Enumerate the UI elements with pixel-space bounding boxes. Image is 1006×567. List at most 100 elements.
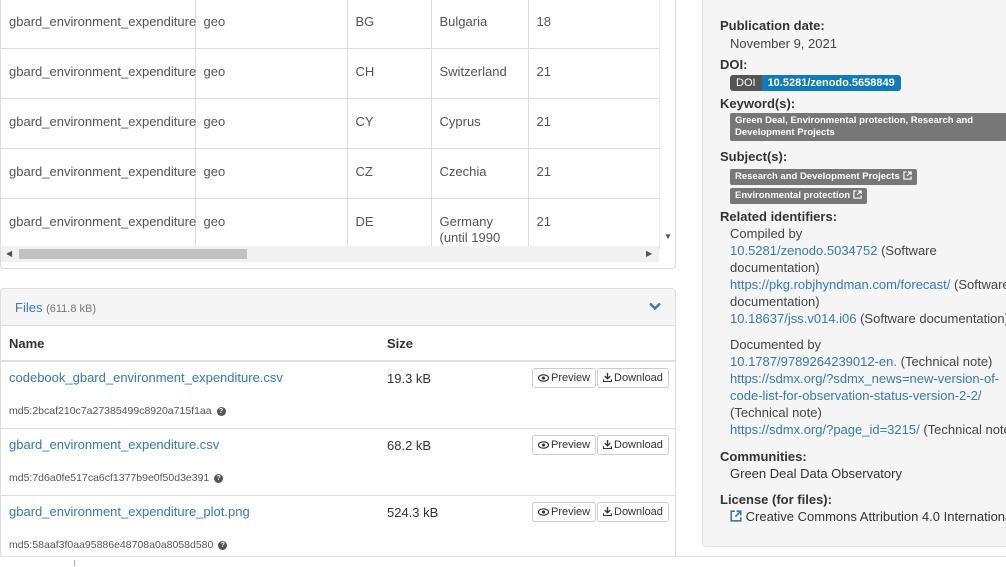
download-icon — [602, 439, 614, 451]
table-cell: CY — [346, 98, 432, 149]
download-button[interactable]: Download — [597, 502, 669, 522]
subject-tag-rnd-text: Research and Development Projects — [735, 171, 900, 182]
scroll-down-icon[interactable]: ▼ — [664, 232, 672, 241]
table-cell: Germany (until 1990 — [430, 198, 529, 249]
related-identifier-link[interactable]: 10.1787/9789264239012-en. — [730, 354, 897, 369]
file-md5: md5:58aaf3f0aa95886e48708a0a8058d580 ? — [9, 539, 228, 551]
keyword-tag: Green Deal, Environmental protection, Re… — [730, 113, 1006, 141]
file-size: 68.2 kB — [387, 438, 432, 453]
preview-button-label: Preview — [551, 439, 591, 451]
related-identifier-link[interactable]: https://pkg.robjhyndman.com/forecast/ — [730, 277, 950, 292]
table-cell: geo — [194, 0, 348, 49]
related-identifier-line: 10.18637/jss.v014.i06 (Software document… — [730, 311, 1006, 326]
eye-icon — [537, 372, 551, 384]
table-cell: Switzerland — [430, 48, 529, 99]
file-md5: md5:7d6a0fe517ca6cf1377b9e0f50d3e391 ? — [9, 472, 224, 484]
related-identifier-line: documentation) — [730, 294, 820, 309]
table-cell: 21 — [527, 48, 660, 99]
table-cell: geo — [194, 48, 348, 99]
license-link[interactable]: Creative Commons Attribution 4.0 Interna… — [730, 509, 1006, 524]
download-icon — [602, 372, 614, 384]
related-identifier-note: (Software — [950, 277, 1006, 292]
doi-badge[interactable]: DOI 10.5281/zenodo.5658849 — [730, 74, 901, 91]
download-button-label: Download — [614, 439, 663, 451]
horizontal-scroll-thumb[interactable] — [19, 249, 247, 259]
preview-button[interactable]: Preview — [532, 502, 597, 522]
doi-label: DOI: — [720, 57, 748, 72]
table-row: gbard_environment_expenditure geo CY Cyprus… — [1, 98, 660, 149]
bottom-status-strip — [0, 556, 1006, 567]
files-title[interactable]: Files (611.8 kB) — [15, 300, 96, 315]
file-md5-text: md5:2bcaf210c7a27385499c8920a715f1aa — [9, 405, 212, 417]
bottom-divider — [74, 560, 75, 566]
table-cell: CZ — [346, 148, 432, 199]
related-identifier-link[interactable]: 10.18637/jss.v014.i06 — [730, 311, 856, 326]
metadata-sidebar: Publication date: November 9, 2021 DOI: … — [702, 0, 1006, 547]
files-panel-header[interactable]: Files (611.8 kB) — [1, 289, 675, 326]
related-identifier-line: 10.1787/9789264239012-en. (Technical not… — [730, 354, 992, 369]
publication-date-label: Publication date: — [720, 18, 825, 33]
table-row: gbard_environment_expenditure geo BG Bulgar… — [1, 0, 660, 49]
related-identifier-note: documentation) — [730, 294, 820, 309]
publication-date-value: November 9, 2021 — [730, 36, 837, 51]
file-name-link[interactable]: gbard_environment_expenditure.csv — [9, 437, 219, 452]
file-name-link[interactable]: codebook_gbard_environment_expenditure.c… — [9, 370, 283, 385]
community-link[interactable]: Green Deal Data Observatory — [730, 466, 902, 481]
download-button[interactable]: Download — [597, 435, 669, 455]
table-row: gbard_environment_expenditure geo CH Switze… — [1, 48, 660, 99]
preview-button[interactable]: Preview — [532, 435, 597, 455]
subject-tag-env[interactable]: Environmental protection — [730, 186, 868, 204]
related-identifier-line: 10.5281/zenodo.5034752 (Software — [730, 243, 937, 258]
column-size-header: Size — [387, 336, 414, 351]
related-identifier-link[interactable]: code-list-for-observation-status-version… — [730, 388, 981, 403]
scroll-left-icon[interactable]: ◀ — [6, 249, 12, 258]
table-cell: Cyprus — [430, 98, 529, 149]
data-preview-table: gbard_environment_expenditure geo BG Bulgar… — [1, 0, 660, 249]
related-identifier-link[interactable]: 10.5281/zenodo.5034752 — [730, 243, 877, 258]
table-cell: 21 — [527, 98, 660, 149]
table-cell: gbard_environment_expenditure — [1, 48, 196, 99]
table-cell: gbard_environment_expenditure — [1, 0, 196, 49]
download-button-label: Download — [614, 506, 663, 518]
file-md5-text: md5:58aaf3f0aa95886e48708a0a8058d580 — [9, 539, 214, 551]
vertical-scrollbar[interactable]: ▼ — [659, 0, 675, 246]
chevron-down-icon[interactable] — [647, 298, 663, 314]
related-identifier-note: (Technical note) — [919, 422, 1006, 437]
subject-tag-rnd[interactable]: Research and Development Projects — [730, 167, 917, 185]
related-identifier-link[interactable]: https://sdmx.org/?page_id=3215/ — [730, 422, 920, 437]
external-link-icon — [853, 190, 862, 199]
download-button-label: Download — [614, 372, 663, 384]
related-identifier-link[interactable]: https://sdmx.org/?sdmx_news=new-version-… — [730, 371, 999, 386]
question-icon[interactable]: ? — [216, 406, 226, 416]
download-button[interactable]: Download — [597, 368, 669, 388]
files-total-size: (611.8 kB) — [46, 303, 97, 315]
related-identifiers-label: Related identifiers: — [720, 209, 838, 224]
preview-button[interactable]: Preview — [532, 368, 597, 388]
table-cell: geo — [194, 198, 348, 249]
table-cell: gbard_environment_expenditure — [1, 98, 196, 149]
table-cell: 21 — [527, 148, 660, 199]
eye-icon — [537, 439, 551, 451]
horizontal-scrollbar[interactable]: ◀ ▶ — [1, 246, 659, 262]
related-identifier-line: code-list-for-observation-status-version… — [730, 388, 981, 403]
related-identifier-line: https://sdmx.org/?page_id=3215/ (Technic… — [730, 422, 1006, 437]
table-cell: CH — [346, 48, 432, 99]
table-row: gbard_environment_expenditure geo CZ Czechi… — [1, 148, 660, 199]
communities-label: Communities: — [720, 449, 807, 464]
question-icon[interactable]: ? — [218, 540, 228, 550]
keywords-label: Keyword(s): — [720, 96, 796, 111]
doi-badge-prefix: DOI — [730, 75, 762, 91]
keyword-tag-text: Green Deal, Environmental protection, Re… — [730, 113, 1006, 141]
table-cell: gbard_environment_expenditure — [1, 148, 196, 199]
file-row: gbard_environment_expenditure_plot.png 52… — [1, 496, 675, 557]
table-cell: 18 — [527, 0, 660, 49]
file-name-link[interactable]: gbard_environment_expenditure_plot.png — [9, 504, 250, 519]
download-icon — [602, 506, 614, 518]
question-icon[interactable]: ? — [214, 473, 224, 483]
scroll-right-icon[interactable]: ▶ — [646, 249, 652, 258]
related-identifier-note: (Technical note) — [730, 405, 822, 420]
files-panel: Files (611.8 kB) Name Size codebook_gbar… — [0, 288, 676, 558]
files-table-header: Name Size — [1, 326, 675, 362]
subjects-label: Subject(s): — [720, 149, 788, 164]
doi-badge-value: 10.5281/zenodo.5658849 — [761, 75, 901, 91]
